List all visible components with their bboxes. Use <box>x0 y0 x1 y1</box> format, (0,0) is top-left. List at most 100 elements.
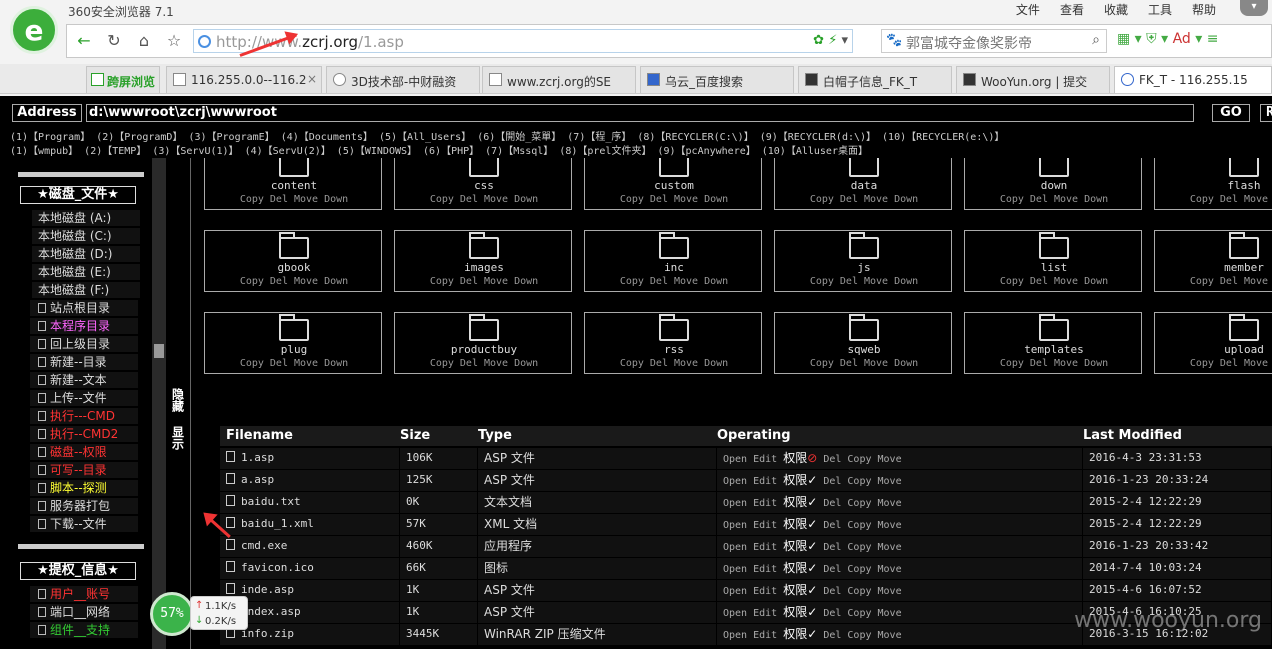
folder-ops[interactable]: Copy Del Move Down <box>1155 194 1272 205</box>
sidebar-item[interactable]: 下载--文件 <box>30 516 138 532</box>
tab-3[interactable]: www.zcrj.org的SE <box>482 66 636 93</box>
hide-toggle[interactable]: 隐藏 <box>170 388 185 412</box>
sidebar-item[interactable]: 站点根目录 <box>30 300 138 316</box>
perm-link[interactable]: 权限 <box>783 473 807 487</box>
folder-name[interactable]: plug <box>205 343 383 356</box>
col-size[interactable]: Size <box>400 428 430 443</box>
folder-name[interactable]: css <box>395 179 573 192</box>
sidebar-item[interactable]: 可写--目录 <box>30 462 138 478</box>
sidebar-item[interactable]: 新建--目录 <box>30 354 138 370</box>
tab-5[interactable]: 白帽子信息_FK_T <box>798 66 952 93</box>
folder-name[interactable]: rss <box>585 343 763 356</box>
folder-name[interactable]: custom <box>585 179 763 192</box>
del-copy-move-links[interactable]: Del Copy Move <box>823 586 901 597</box>
del-copy-move-links[interactable]: Del Copy Move <box>823 542 901 553</box>
path-input[interactable]: d:\wwwroot\zcrj\wwwroot <box>86 104 1194 122</box>
folder-item[interactable]: templates Copy Del Move Down <box>964 312 1142 374</box>
quick-link[interactable]: (4)【ServU(2)】 <box>245 146 331 157</box>
search-box[interactable]: 🐾 郭富城夺金像奖影帝 ⌕ <box>881 29 1107 53</box>
folder-item[interactable]: images Copy Del Move Down <box>394 230 572 292</box>
quick-link[interactable]: (6)【PHP】 <box>423 146 479 157</box>
back-icon[interactable]: ← <box>73 30 95 52</box>
perm-link[interactable]: 权限 <box>783 495 807 509</box>
folder-name[interactable]: member <box>1155 261 1272 274</box>
del-copy-move-links[interactable]: Del Copy Move <box>823 476 901 487</box>
sidebar-item[interactable]: 执行---CMD <box>30 408 138 424</box>
search-icon[interactable]: ⌕ <box>1092 32 1100 48</box>
folder-item[interactable]: rss Copy Del Move Down <box>584 312 762 374</box>
folder-ops[interactable]: Copy Del Move Down <box>585 194 763 205</box>
quick-link[interactable]: (7)【Mssql】 <box>485 146 553 157</box>
perm-link[interactable]: 权限 <box>783 451 807 465</box>
del-copy-move-links[interactable]: Del Copy Move <box>823 520 901 531</box>
del-copy-move-links[interactable]: Del Copy Move <box>823 498 901 509</box>
folder-ops[interactable]: Copy Del Move Down <box>395 194 573 205</box>
folder-ops[interactable]: Copy Del Move Down <box>585 358 763 369</box>
drive-item[interactable]: 本地磁盘 (D:) <box>32 246 140 262</box>
folder-ops[interactable]: Copy Del Move Down <box>775 194 953 205</box>
file-name[interactable]: a.asp <box>241 473 274 486</box>
folder-item[interactable]: plug Copy Del Move Down <box>204 312 382 374</box>
go-button[interactable]: GO <box>1212 104 1250 122</box>
file-name-cell[interactable]: 1.asp <box>220 448 400 469</box>
folder-ops[interactable]: Copy Del Move Down <box>965 276 1143 287</box>
folder-name[interactable]: productbuy <box>395 343 573 356</box>
file-name[interactable]: baidu.txt <box>241 495 301 508</box>
menu-favorites[interactable]: 收藏 <box>1094 1 1138 18</box>
fast-view-tab[interactable]: 跨屏浏览 <box>86 66 160 93</box>
priv-item[interactable]: 端口__网络 <box>30 604 138 620</box>
quick-link[interactable]: (9)【pcAnywhere】 <box>657 146 755 157</box>
folder-name[interactable]: js <box>775 261 953 274</box>
sidebar-item[interactable]: 服务器打包 <box>30 498 138 514</box>
drive-item[interactable]: 本地磁盘 (C:) <box>32 228 140 244</box>
drive-item[interactable]: 本地磁盘 (A:) <box>32 210 140 226</box>
perm-link[interactable]: 权限 <box>783 539 807 553</box>
quick-link[interactable]: (8)【prel文件夹】 <box>559 146 651 157</box>
drive-item[interactable]: 本地磁盘 (F:) <box>32 282 140 298</box>
browser-logo-icon[interactable]: e <box>10 6 58 54</box>
home-icon[interactable]: ⌂ <box>133 30 155 52</box>
sidebar-item[interactable]: 执行--CMD2 <box>30 426 138 442</box>
star-icon[interactable]: ☆ <box>163 30 185 52</box>
refresh-icon[interactable]: ↻ <box>103 30 125 52</box>
folder-ops[interactable]: Copy Del Move Down <box>395 276 573 287</box>
folder-name[interactable]: list <box>965 261 1143 274</box>
folder-item[interactable]: js Copy Del Move Down <box>774 230 952 292</box>
folder-item[interactable]: member Copy Del Move Down <box>1154 230 1272 292</box>
folder-name[interactable]: data <box>775 179 953 192</box>
folder-item[interactable]: list Copy Del Move Down <box>964 230 1142 292</box>
sidebar-item[interactable]: 回上级目录 <box>30 336 138 352</box>
quick-link[interactable]: (2)【TEMP】 <box>84 146 146 157</box>
folder-name[interactable]: gbook <box>205 261 383 274</box>
folder-ops[interactable]: Copy Del Move Down <box>775 358 953 369</box>
folder-item[interactable]: gbook Copy Del Move Down <box>204 230 382 292</box>
quick-link[interactable]: (1)【wmpub】 <box>10 146 78 157</box>
folder-item[interactable]: upload Copy Del Move Down <box>1154 312 1272 374</box>
del-copy-move-links[interactable]: Del Copy Move <box>823 454 901 465</box>
folder-item[interactable]: data Copy Del Move Down <box>774 158 952 210</box>
tab-active[interactable]: FK_T - 116.255.15 <box>1114 66 1272 93</box>
sidebar-scrollbar[interactable] <box>152 158 166 649</box>
perm-link[interactable]: 权限 <box>783 583 807 597</box>
folder-ops[interactable]: Copy Del Move Down <box>1155 276 1272 287</box>
perm-link[interactable]: 权限 <box>783 517 807 531</box>
menu-help[interactable]: 帮助 <box>1182 1 1226 18</box>
priv-item[interactable]: 用户__账号 <box>30 586 138 602</box>
sidebar-item[interactable]: 上传--文件 <box>30 390 138 406</box>
folder-name[interactable]: flash <box>1155 179 1272 192</box>
folder-ops[interactable]: Copy Del Move Down <box>205 194 383 205</box>
quick-link[interactable]: (3)【ServU(1)】 <box>152 146 238 157</box>
file-name-cell[interactable]: baidu_1.xml <box>220 514 400 535</box>
folder-item[interactable]: sqweb Copy Del Move Down <box>774 312 952 374</box>
priv-item[interactable]: 组件__支持 <box>30 622 138 638</box>
folder-ops[interactable]: Copy Del Move Down <box>1155 358 1272 369</box>
folder-item[interactable]: productbuy Copy Del Move Down <box>394 312 572 374</box>
tab-1[interactable]: 116.255.0.0--116.2 × <box>166 66 322 93</box>
drive-item[interactable]: 本地磁盘 (E:) <box>32 264 140 280</box>
tab-6[interactable]: WooYun.org | 提交 <box>956 66 1110 93</box>
col-modified[interactable]: Last Modified <box>1083 428 1182 443</box>
file-name[interactable]: 1.asp <box>241 451 274 464</box>
menu-tools[interactable]: 工具 <box>1138 1 1182 18</box>
network-widget[interactable]: 57% ↑ 1.1K/s ↓ 0.2K/s <box>150 592 250 636</box>
folder-name[interactable]: upload <box>1155 343 1272 356</box>
